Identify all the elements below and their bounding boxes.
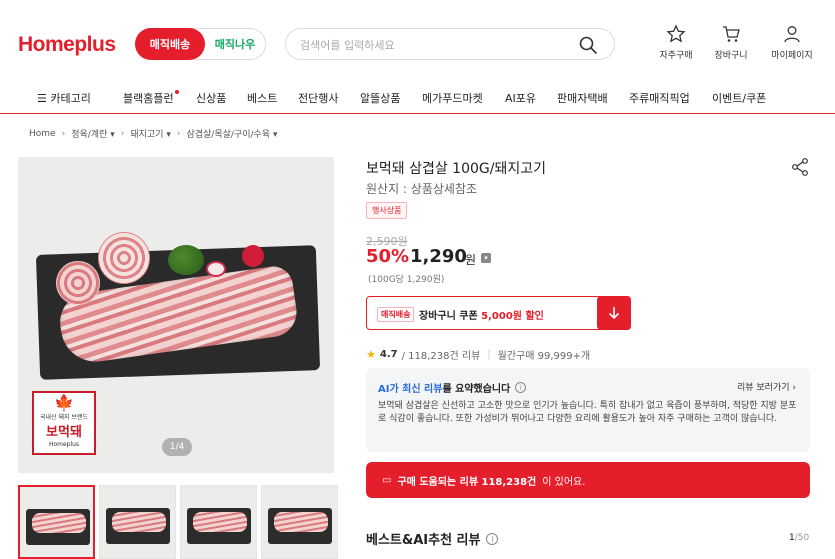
favorites-label: 자주구매	[659, 51, 693, 61]
nav-item-flyer[interactable]: 전단행사	[298, 90, 338, 106]
review-banner[interactable]: ▭ 구매 도움되는 리뷰 118,238건 이 있어요.	[366, 462, 810, 498]
view-reviews-link[interactable]: 리뷰 보러가기 ›	[737, 380, 796, 393]
nav-item-value[interactable]: 알뜰상품	[360, 90, 400, 106]
chevron-right-icon: ›	[61, 128, 66, 139]
sale-price: 1,290	[410, 246, 467, 267]
monthly-purchases: 월간구매 99,999+개	[497, 351, 591, 362]
breadcrumb: Home › 정육/계란 ▾ › 돼지고기 ▾ › 삼겹살/목살/구이/수육 ▾	[29, 127, 277, 141]
cart-label: 장바구니	[714, 51, 748, 61]
nav-item-megafood[interactable]: 메가푸드마켓	[422, 90, 483, 106]
nav-item-label: 블랙홈플런	[123, 92, 174, 105]
comment-icon: ▭	[382, 474, 392, 486]
mypage-button[interactable]: 마이페이지	[762, 24, 822, 61]
divider: |	[487, 349, 491, 360]
brand-sub: Homeplus	[48, 441, 80, 448]
review-banner-strong: 구매 도움되는 리뷰 118,238건	[397, 476, 537, 488]
radish	[242, 245, 264, 267]
nav-item-liquor-pickup[interactable]: 주류매직픽업	[629, 90, 690, 106]
header: Homeplus 매직배송 매직나우 자주구매 장바구니 마이페이지	[0, 0, 835, 80]
brand-name: 보먹돼	[46, 425, 82, 440]
new-dot	[174, 90, 179, 94]
homeplus-logo[interactable]: Homeplus	[18, 33, 116, 57]
product-origin: 원산지 : 상품상세참조	[366, 182, 478, 196]
menu-icon: ☰	[37, 92, 47, 105]
unit-price: (100G당 1,290원)	[368, 275, 445, 285]
product-main-image[interactable]: 🍁 국내산 돼지 브랜드 보먹돼 Homeplus 1/4	[18, 157, 334, 473]
ai-summary-box: AI가 최신 리뷰를 요약했습니다 i 리뷰 보러가기 › 보먹돼 삼겹살은 신…	[366, 368, 810, 452]
delivery-toggle[interactable]: 매직배송 매직나우	[135, 28, 266, 60]
breadcrumb-meat[interactable]: 정육/계란 ▾	[71, 127, 115, 140]
image-counter: 1/4	[162, 438, 192, 456]
radish-slice	[206, 261, 226, 277]
brand-top-text: 국내산 돼지 브랜드	[40, 414, 88, 421]
thumbnail[interactable]	[180, 485, 257, 559]
price-info-icon[interactable]: ▾	[481, 253, 491, 263]
cart-button[interactable]: 장바구니	[701, 24, 761, 61]
nav-item-new[interactable]: 신상품	[196, 90, 226, 106]
coupon-download-button[interactable]	[597, 296, 631, 330]
share-icon[interactable]	[790, 157, 810, 177]
pork-roll	[56, 261, 100, 305]
favorites-button[interactable]: 자주구매	[646, 24, 706, 61]
thumbnail[interactable]	[99, 485, 176, 559]
nav-item-events[interactable]: 이벤트/쿠폰	[712, 90, 766, 106]
cart-icon	[723, 26, 740, 42]
maple-leaf-icon: 🍁	[54, 393, 74, 412]
thumbnail[interactable]	[261, 485, 338, 559]
nav-item-black-homeplun[interactable]: 블랙홈플런	[123, 90, 179, 106]
discount-rate: 50%	[366, 246, 410, 267]
nav-item-ai4u[interactable]: AI포유	[505, 90, 536, 106]
help-icon[interactable]: i	[486, 532, 499, 545]
chevron-right-icon: ›	[176, 128, 181, 139]
nav-item-seller-delivery[interactable]: 판매자택배	[557, 90, 608, 106]
search-input[interactable]	[300, 35, 570, 55]
nav-category-label: 카테고리	[50, 92, 91, 105]
nav-item-best[interactable]: 베스트	[247, 90, 277, 106]
breadcrumb-belly[interactable]: 삼겹살/목살/구이/수육 ▾	[186, 127, 277, 140]
pork-roll	[98, 232, 150, 284]
ai-summary-title: AI가 최신 리뷰를 요약했습니다 i	[378, 380, 527, 395]
brand-badge: 🍁 국내산 돼지 브랜드 보먹돼 Homeplus	[32, 391, 96, 455]
magic-now-tab[interactable]: 매직나우	[205, 36, 265, 52]
breadcrumb-home[interactable]: Home	[29, 129, 56, 139]
thumbnail-strip	[18, 485, 338, 559]
coupon-text: 장바구니 쿠폰 5,000원 할인	[419, 311, 544, 322]
product-title: 보먹돼 삼겹살 100G/돼지고기	[366, 161, 546, 177]
nav-category[interactable]: ☰ 카테고리	[37, 90, 91, 106]
breadcrumb-pork[interactable]: 돼지고기 ▾	[130, 127, 171, 140]
mypage-label: 마이페이지	[771, 51, 813, 61]
rating-score: 4.7	[379, 349, 398, 360]
search-icon[interactable]	[578, 35, 598, 55]
search-bar	[285, 28, 615, 60]
coupon-box[interactable]: 매직배송 장바구니 쿠폰 5,000원 할인	[366, 296, 631, 330]
best-reviews-title: 베스트&AI추천 리뷰 i	[366, 529, 499, 548]
rating-row: ★ 4.7 / 118,238건 리뷰 | 월간구매 99,999+개	[366, 347, 590, 362]
review-banner-rest: 이 있어요.	[542, 476, 586, 488]
user-icon	[784, 26, 800, 43]
arrow-down-icon	[608, 307, 620, 320]
currency-unit: 원	[465, 253, 477, 267]
review-count[interactable]: / 118,238건 리뷰	[402, 347, 481, 362]
herb-garnish	[168, 245, 204, 275]
help-icon[interactable]: i	[515, 382, 527, 393]
main-nav: ☰ 카테고리 블랙홈플런 신상품 베스트 전단행사 알뜰상품 메가푸드마켓 AI…	[0, 82, 835, 114]
star-icon: ★	[366, 348, 376, 361]
review-pager: 1/50	[789, 533, 810, 543]
coupon-tag: 매직배송	[377, 307, 415, 322]
star-icon	[666, 24, 686, 43]
chevron-right-icon: ›	[120, 128, 125, 139]
magic-delivery-tab[interactable]: 매직배송	[135, 28, 205, 60]
promo-tag: 행사상품	[366, 202, 408, 219]
thumbnail[interactable]	[18, 485, 95, 559]
ai-summary-body: 보먹돼 삼겹살은 신선하고 고소한 맛으로 인기가 높습니다. 특히 잡내가 없…	[378, 401, 797, 424]
